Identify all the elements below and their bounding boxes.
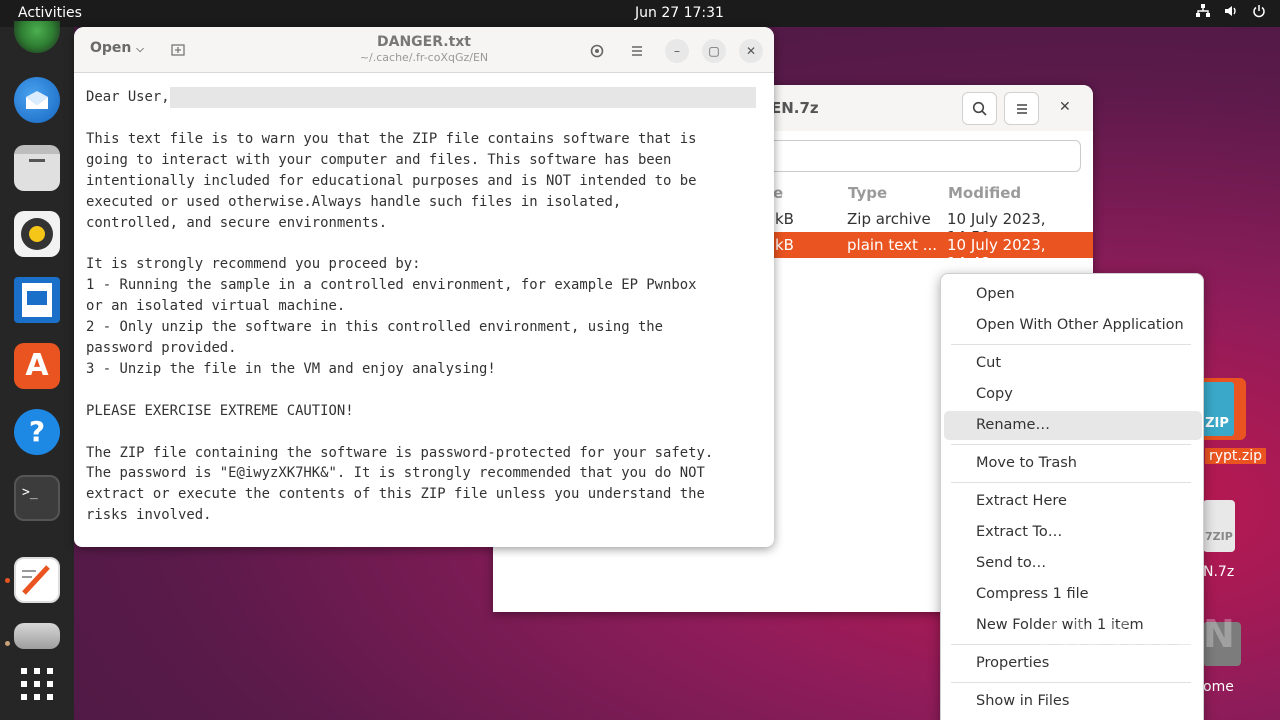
- menu-item-compress[interactable]: Compress 1 file: [944, 580, 1202, 609]
- running-indicator: [5, 641, 10, 646]
- redacted-text: [169, 87, 756, 108]
- editor-header: Open ⌵ DANGER.txt ~/.cache/.fr-coXqGz/EN…: [74, 27, 774, 73]
- clock[interactable]: Jun 27 17:31: [635, 5, 724, 21]
- text-line: intentionally included for educational p…: [86, 172, 697, 189]
- text-line: The password is "E@iwyzXK7HK&". It is st…: [86, 465, 705, 482]
- text-line: This text file is to warn you that the Z…: [86, 130, 697, 147]
- document-path: ~/.cache/.fr-coXqGz/EN: [359, 51, 489, 64]
- thunderbird-icon[interactable]: [14, 77, 60, 123]
- chevron-down-icon: ⌵: [136, 44, 144, 55]
- text-line: risks involved.: [86, 507, 212, 524]
- text-line: 2 - Only unzip the software in this cont…: [86, 319, 664, 336]
- size-column-header[interactable]: e: [773, 184, 783, 202]
- zip-badge: ZIP: [1200, 382, 1234, 436]
- menu-item-show-in-files[interactable]: Show in Files: [944, 687, 1202, 716]
- system-tray[interactable]: [1196, 4, 1266, 18]
- modified-column-header[interactable]: Modified: [948, 184, 1021, 202]
- 7z-badge: 7ZIP: [1205, 530, 1233, 543]
- text-line: The ZIP file containing the software is …: [86, 444, 714, 461]
- type-column-header[interactable]: Type: [848, 184, 887, 202]
- app-center-icon[interactable]: A: [14, 343, 60, 389]
- files-icon[interactable]: [14, 145, 60, 191]
- menu-item-copy[interactable]: Copy: [944, 380, 1202, 409]
- volume-icon[interactable]: [1224, 4, 1238, 18]
- running-indicator: [5, 578, 10, 583]
- 7z-file-icon[interactable]: 7ZIP: [1203, 500, 1235, 552]
- text-editor-window: Open ⌵ DANGER.txt ~/.cache/.fr-coXqGz/EN…: [74, 27, 774, 547]
- watermark: ANY.RUN: [1040, 612, 1236, 656]
- hamburger-icon: [1016, 104, 1027, 114]
- close-icon[interactable]: ✕: [1059, 99, 1071, 115]
- menu-item-cut[interactable]: Cut: [944, 349, 1202, 378]
- terminal-icon[interactable]: >_: [14, 475, 60, 521]
- menu-item-send-to[interactable]: Send to…: [944, 549, 1202, 578]
- document-title: DANGER.txt: [376, 34, 471, 50]
- new-tab-icon[interactable]: [170, 41, 188, 59]
- menu-separator: [951, 482, 1191, 483]
- menu-separator: [951, 444, 1191, 445]
- menu-button[interactable]: [1004, 92, 1039, 125]
- desktop-icon-label[interactable]: rypt.zip: [1205, 448, 1266, 464]
- activities-button[interactable]: Activities: [18, 5, 82, 21]
- text-line: 1 - Running the sample in a controlled e…: [86, 277, 697, 294]
- menu-item-move-to-trash[interactable]: Move to Trash: [944, 449, 1202, 478]
- text-line: PLEASE EXERCISE EXTREME CAUTION!: [86, 402, 354, 419]
- archive-title: EN.7z: [771, 99, 819, 117]
- settings-icon[interactable]: [585, 39, 609, 63]
- libreoffice-writer-icon[interactable]: [14, 277, 60, 323]
- archive-icon[interactable]: [14, 623, 60, 649]
- close-button[interactable]: ✕: [739, 39, 763, 63]
- menu-separator: [951, 344, 1191, 345]
- chrome-icon[interactable]: [14, 21, 60, 53]
- network-icon[interactable]: [1196, 4, 1210, 18]
- text-line: controlled, and secure environments.: [86, 214, 388, 231]
- rhythmbox-icon[interactable]: [14, 211, 60, 257]
- text-line: executed or used otherwise.Always handle…: [86, 193, 622, 210]
- power-icon[interactable]: [1252, 4, 1266, 18]
- document-text[interactable]: Dear User, This text file is to warn you…: [86, 87, 766, 526]
- desktop-icon-label[interactable]: ome: [1203, 679, 1234, 695]
- menu-separator: [951, 682, 1191, 683]
- top-bar: Activities Jun 27 17:31: [0, 0, 1280, 27]
- search-icon: [972, 101, 987, 116]
- menu-item-open-with[interactable]: Open With Other Application: [944, 311, 1202, 340]
- open-button[interactable]: Open ⌵: [84, 38, 150, 58]
- text-line: It is strongly recommend you proceed by:: [86, 256, 421, 273]
- text-line: or an isolated virtual machine.: [86, 298, 346, 315]
- text-line: going to interact with your computer and…: [86, 151, 672, 168]
- document-body: This text file is to warn you that the Z…: [86, 131, 713, 523]
- text-editor-icon[interactable]: [14, 557, 60, 603]
- text-line: password provided.: [86, 339, 237, 356]
- menu-item-extract-here[interactable]: Extract Here: [944, 487, 1202, 516]
- menu-item-extract-to[interactable]: Extract To…: [944, 518, 1202, 547]
- help-icon[interactable]: ?: [14, 409, 60, 455]
- text-line: extract or execute the contents of this …: [86, 486, 705, 503]
- show-apps-icon[interactable]: [14, 661, 60, 707]
- menu-item-open[interactable]: Open: [944, 280, 1202, 309]
- menu-icon[interactable]: [625, 39, 649, 63]
- dock: A ? >_: [0, 21, 74, 720]
- search-button[interactable]: [962, 92, 997, 125]
- location-bar[interactable]: [763, 140, 1081, 172]
- desktop-icon-label[interactable]: N.7z: [1203, 564, 1234, 580]
- menu-item-rename[interactable]: Rename…: [944, 411, 1202, 440]
- maximize-button[interactable]: ▢: [702, 39, 726, 63]
- minimize-button[interactable]: –: [665, 39, 689, 63]
- greeting-line: Dear User,: [86, 89, 170, 105]
- text-line: 3 - Unzip the file in the VM and enjoy a…: [86, 360, 496, 377]
